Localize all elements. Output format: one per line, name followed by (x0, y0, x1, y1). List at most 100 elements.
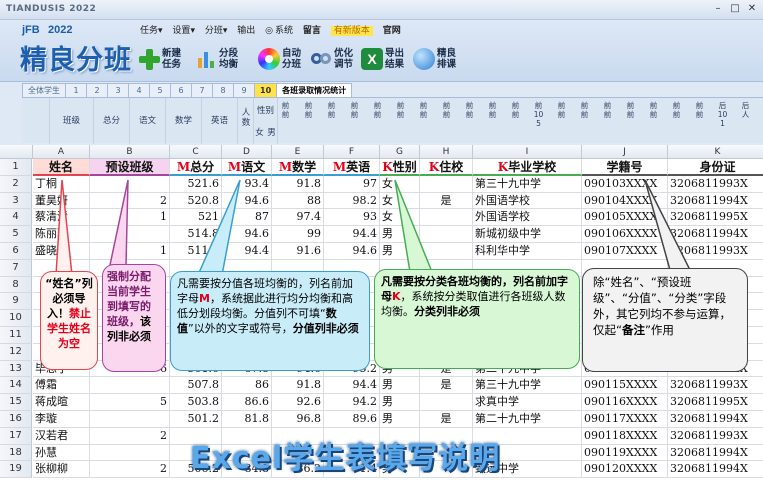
table-cell[interactable]: 汉若君 (33, 427, 90, 445)
stats-rank-col-1[interactable]: 前前 (280, 101, 291, 119)
table-cell[interactable]: 3206811994X (668, 445, 763, 462)
row-header[interactable]: 3 (0, 192, 32, 210)
table-cell[interactable]: 97 (324, 175, 380, 193)
table-cell[interactable]: 第二十九中学 (473, 411, 582, 428)
table-cell[interactable]: 是 (420, 377, 473, 395)
stats-col-math[interactable]: 数学 (166, 98, 202, 144)
table-cell[interactable]: 3206811994X (668, 461, 763, 479)
stats-rank-col-21[interactable]: 后人 (740, 101, 751, 119)
stats-rank-col-13[interactable]: 前前 (556, 101, 567, 119)
table-cell[interactable]: 090116XXXX (582, 394, 668, 411)
menu-message[interactable]: 留言 (303, 26, 321, 36)
table-cell[interactable] (420, 243, 473, 260)
stats-rank-col-9[interactable]: 前前 (464, 101, 475, 119)
tab-all-students[interactable]: 全体学生 (22, 83, 66, 97)
table-cell[interactable]: 090104XXXX (582, 192, 668, 210)
table-cell[interactable]: 97.4 (272, 209, 324, 227)
table-cell[interactable]: 520.8 (170, 192, 222, 210)
table-cell[interactable]: 李璇 (33, 411, 90, 428)
table-cell[interactable]: 3206811993X (668, 243, 763, 260)
row-header[interactable]: 16 (0, 411, 32, 428)
table-cell[interactable]: 3206811993X (668, 176, 763, 193)
table-cell[interactable]: 陈丽玥 (33, 226, 90, 243)
table-cell[interactable]: 94.6 (222, 192, 272, 210)
table-cell[interactable]: 2 (90, 192, 170, 210)
table-cell[interactable]: 93.4 (222, 175, 272, 193)
menu-website[interactable]: 官网 (383, 26, 401, 36)
table-cell[interactable]: 1 (90, 209, 170, 227)
stats-rank-col-15[interactable]: 前前 (602, 101, 613, 119)
column-header-G[interactable]: G (380, 145, 420, 159)
auto-assign-button[interactable]: 自动分班 (258, 44, 308, 74)
stats-col-gender[interactable]: 性别 女 男 (254, 98, 278, 144)
menu-output[interactable]: 输出 (237, 26, 255, 36)
header-cell[interactable]: K毕业学校 (473, 159, 582, 176)
column-header-C[interactable]: C (170, 145, 222, 159)
column-header-H[interactable]: H (420, 145, 473, 159)
table-cell[interactable] (90, 411, 170, 428)
table-cell[interactable]: 傅霜 (33, 377, 90, 395)
table-cell[interactable]: 男 (380, 377, 420, 395)
table-cell[interactable]: 盛晓茹 (33, 243, 90, 260)
table-cell[interactable] (90, 226, 170, 243)
table-cell[interactable]: 511.8 (170, 243, 222, 260)
table-cell[interactable]: 94.4 (324, 377, 380, 395)
table-cell[interactable]: 98.2 (324, 192, 380, 210)
tab-class-1[interactable]: 1 (65, 83, 87, 97)
header-cell[interactable]: 身份证 (668, 159, 763, 176)
menu-system[interactable]: 系统 (275, 26, 293, 36)
maximize-icon[interactable]: □ (728, 3, 742, 16)
minimize-icon[interactable]: – (711, 3, 725, 16)
table-cell[interactable]: 91.8 (272, 377, 324, 395)
table-cell[interactable]: 94.6 (324, 243, 380, 260)
table-cell[interactable]: 女 (380, 175, 420, 193)
tab-class-5[interactable]: 5 (149, 83, 171, 97)
tab-class-3[interactable]: 3 (107, 83, 129, 97)
row-header[interactable]: 10 (0, 310, 32, 327)
header-cell[interactable]: K性别 (380, 159, 420, 176)
new-task-button[interactable]: 新建任务 (138, 44, 188, 74)
table-cell[interactable] (420, 394, 473, 411)
tab-class-9[interactable]: 9 (233, 83, 255, 97)
header-cell[interactable]: 姓名 (33, 159, 90, 176)
row-header[interactable]: 15 (0, 394, 32, 411)
row-header[interactable]: 13 (0, 360, 32, 378)
stats-rank-col-6[interactable]: 前前 (395, 101, 406, 119)
table-cell[interactable]: 第三十九中学 (473, 377, 582, 395)
table-cell[interactable]: 521 (170, 209, 222, 227)
table-cell[interactable]: 94.4 (324, 226, 380, 243)
column-header-K[interactable]: K (668, 145, 763, 159)
table-cell[interactable] (90, 175, 170, 193)
column-header-F[interactable]: F (324, 145, 380, 159)
table-cell[interactable]: 090107XXXX (582, 243, 668, 260)
table-cell[interactable]: 蒋成暄 (33, 394, 90, 411)
stats-rank-col-14[interactable]: 前前 (579, 101, 590, 119)
table-cell[interactable]: 090118XXXX (582, 427, 668, 445)
header-cell[interactable]: M总分 (170, 159, 222, 176)
stats-rank-col-3[interactable]: 前前 (326, 101, 337, 119)
tab-class-6[interactable]: 6 (170, 83, 192, 97)
close-icon[interactable]: ✕ (745, 3, 759, 16)
stats-rank-col-8[interactable]: 前前 (441, 101, 452, 119)
table-cell[interactable] (90, 444, 170, 462)
table-cell[interactable]: 503.8 (170, 394, 222, 411)
stats-col-class[interactable]: 班级 (50, 98, 94, 144)
table-cell[interactable]: 3206811995X (668, 209, 763, 227)
table-cell[interactable]: 090115XXXX (582, 377, 668, 395)
table-cell[interactable]: 86.6 (222, 394, 272, 411)
stats-rank-col-19[interactable]: 前前 (694, 101, 705, 119)
menu-new-version[interactable]: 有新版本 (330, 26, 373, 36)
header-cell[interactable]: K住校 (420, 159, 473, 176)
row-header[interactable]: 6 (0, 243, 32, 260)
table-cell[interactable]: 91.8 (272, 175, 324, 193)
optimize-button[interactable]: 优化调节 (310, 44, 360, 74)
table-cell[interactable] (420, 226, 473, 243)
stats-rank-col-18[interactable]: 前前 (671, 101, 682, 119)
menu-settings[interactable]: 设置 (172, 26, 190, 36)
column-header-E[interactable]: E (272, 145, 324, 159)
table-cell[interactable]: 2 (90, 427, 170, 445)
row-header[interactable]: 19 (0, 461, 32, 479)
select-all-corner[interactable] (0, 145, 33, 159)
table-cell[interactable]: 99 (272, 226, 324, 243)
column-header-J[interactable]: J (582, 145, 668, 159)
